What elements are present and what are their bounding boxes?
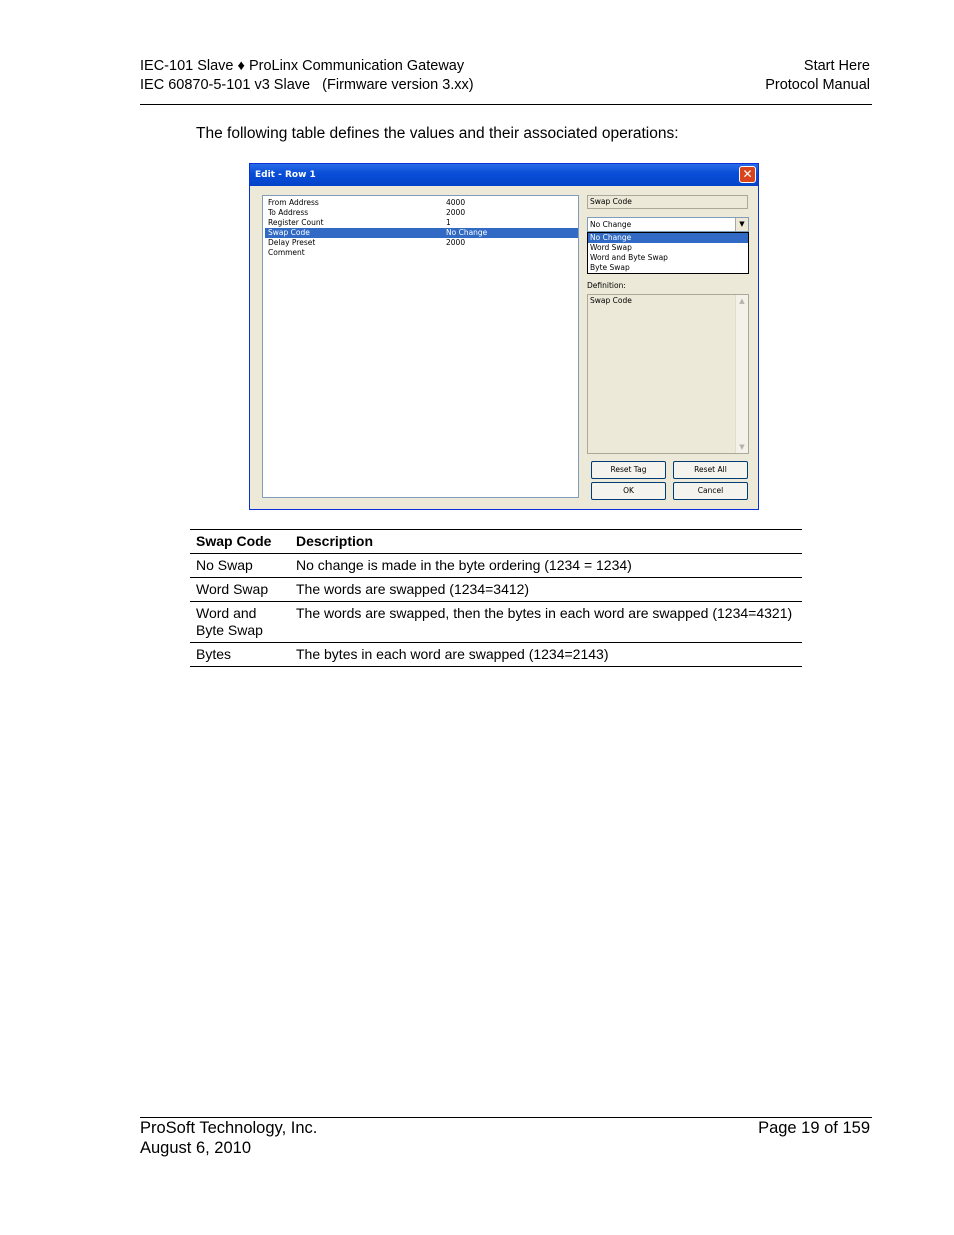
table-header-row: Swap Code Description <box>190 529 802 554</box>
swap-code-combo[interactable]: No Change ▼ <box>587 217 749 232</box>
grid-row-selected[interactable]: Swap Code No Change <box>265 228 578 238</box>
table-row: No Swap No change is made in the byte or… <box>190 553 802 578</box>
footer-date: August 6, 2010 <box>140 1138 252 1157</box>
reset-tag-button[interactable]: Reset Tag <box>591 461 666 479</box>
header-right: Start Here Protocol Manual <box>765 57 870 95</box>
footer-left: ProSoft Technology, Inc. August 6, 2010 <box>140 1119 317 1158</box>
column-header: Description <box>290 529 802 554</box>
table-cell: The words are swapped (1234=3412) <box>290 577 802 602</box>
dialog-title: Edit - Row 1 <box>250 164 758 186</box>
selected-field-label: Swap Code <box>587 195 748 209</box>
grid-row[interactable]: Comment <box>265 248 578 258</box>
header-section: Start Here <box>803 58 870 74</box>
footer-company: ProSoft Technology, Inc. <box>140 1119 318 1137</box>
table-row: Word and Byte Swap The words are swapped… <box>190 601 802 643</box>
table-cell: The words are swapped, then the bytes in… <box>290 601 802 643</box>
column-header: Swap Code <box>190 529 290 554</box>
close-icon[interactable]: ✕ <box>739 166 756 183</box>
definition-box: Swap Code ▲ ▼ <box>587 294 749 454</box>
table-cell: The bytes in each word are swapped (1234… <box>290 642 802 667</box>
definition-label: Definition: <box>587 281 626 290</box>
dropdown-option[interactable]: No Change <box>588 233 748 243</box>
grid-row[interactable]: Delay Preset 2000 <box>265 238 578 248</box>
page-number: Page 19 of 159 <box>758 1119 870 1137</box>
grid-row[interactable]: To Address 2000 <box>265 208 578 218</box>
ok-button[interactable]: OK <box>591 482 666 500</box>
definition-text: Swap Code <box>590 296 632 305</box>
table-cell: Bytes <box>190 642 290 667</box>
header-rule <box>140 104 872 105</box>
header-left: IEC-101 Slave ♦ ProLinx Communication Ga… <box>140 57 474 95</box>
property-grid: From Address 4000 To Address 2000 Regist… <box>262 195 579 498</box>
chevron-down-icon[interactable]: ▼ <box>735 218 748 231</box>
swap-code-table: Swap Code Description No Swap No change … <box>190 529 802 667</box>
table-row: Word Swap The words are swapped (1234=34… <box>190 577 802 602</box>
edit-dialog: Edit - Row 1 ✕ From Address 4000 To Addr… <box>249 163 759 510</box>
grid-row[interactable]: Register Count 1 <box>265 218 578 228</box>
header-manual: Protocol Manual <box>765 77 870 93</box>
scrollbar[interactable]: ▲ ▼ <box>735 295 748 453</box>
table-cell: Word and Byte Swap <box>190 601 290 643</box>
scroll-down-icon[interactable]: ▼ <box>736 441 748 453</box>
scroll-up-icon[interactable]: ▲ <box>736 295 748 307</box>
table-row: Bytes The bytes in each word are swapped… <box>190 642 802 667</box>
cancel-button[interactable]: Cancel <box>673 482 748 500</box>
grid-row[interactable]: From Address 4000 <box>265 198 578 208</box>
intro-text: The following table defines the values a… <box>196 125 679 142</box>
dropdown-option[interactable]: Word Swap <box>588 243 748 253</box>
header-protocol: IEC 60870-5-101 v3 Slave (Firmware versi… <box>140 77 474 93</box>
header-product: IEC-101 Slave ♦ ProLinx Communication Ga… <box>140 58 465 74</box>
dropdown-option[interactable]: Word and Byte Swap <box>588 253 748 263</box>
reset-all-button[interactable]: Reset All <box>673 461 748 479</box>
table-cell: Word Swap <box>190 577 290 602</box>
swap-code-dropdown: No Change Word Swap Word and Byte Swap B… <box>587 232 749 274</box>
table-cell: No change is made in the byte ordering (… <box>290 553 802 578</box>
dropdown-option[interactable]: Byte Swap <box>588 263 748 273</box>
footer-rule <box>140 1117 872 1118</box>
table-cell: No Swap <box>190 553 290 578</box>
